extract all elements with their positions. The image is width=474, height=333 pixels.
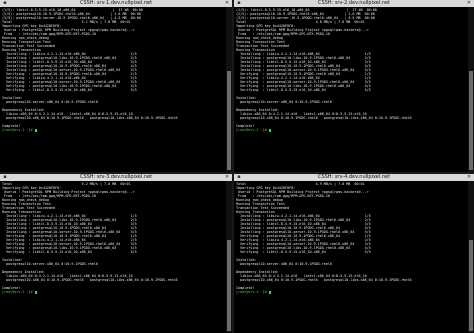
prompt-text: [root@srv-2 ~]# (236, 128, 269, 132)
terminal-output[interactable]: (1/5): libtcl-8.5.9-15.el6_10.x86_64 | 1… (2, 8, 224, 171)
pane-divider-vertical (232, 0, 234, 333)
window-title: CSSH: srv-3.dev.nullpixel.net (79, 174, 153, 180)
terminal-output[interactable]: Total 5.2 MB/s | 7.0 MB 00:01 Importing G… (2, 182, 224, 332)
close-icon[interactable]: ✕ (224, 1, 230, 6)
terminal-window-1[interactable]: ▪ CSSH: srv-1.dev.nullpixel.net ✕ (1/5):… (0, 0, 232, 172)
cursor (268, 290, 271, 294)
terminal-window-2[interactable]: ▪ CSSH: srv-2.dev.nullpixel.net ✕ (1/5):… (234, 0, 474, 172)
prompt-text: [root@srv-1 ~]# (2, 128, 35, 132)
shell-prompt[interactable]: [root@srv-1 ~]# (2, 128, 224, 132)
window-menu-icon[interactable]: ▪ (236, 1, 242, 6)
shell-prompt[interactable]: [root@srv-4 ~]# (236, 290, 466, 294)
shell-prompt[interactable]: [root@srv-2 ~]# (236, 128, 466, 132)
terminal-window-4[interactable]: ▪ CSSH: srv-4.dev.nullpixel.net ✕ Total … (234, 174, 474, 333)
scrollbar-thumb[interactable] (227, 239, 231, 331)
window-titlebar[interactable]: ▪ CSSH: srv-2.dev.nullpixel.net ✕ (234, 0, 474, 7)
window-title: CSSH: srv-1.dev.nullpixel.net (79, 0, 153, 6)
window-menu-icon[interactable]: ▪ (2, 1, 8, 6)
pane-divider-horizontal (0, 172, 474, 174)
scrollbar-thumb[interactable] (227, 71, 231, 170)
window-menu-icon[interactable]: ▪ (236, 175, 242, 180)
close-icon[interactable]: ✕ (224, 175, 230, 180)
close-icon[interactable]: ✕ (466, 175, 472, 180)
scrollbar[interactable] (468, 181, 474, 333)
terminal-output[interactable]: Total 4.9 MB/s | 7.0 MB 00:01 Importing G… (236, 182, 466, 332)
shell-prompt[interactable]: [root@srv-3 ~]# (2, 290, 224, 294)
cursor (34, 290, 37, 294)
prompt-text: [root@srv-4 ~]# (236, 290, 269, 294)
close-icon[interactable]: ✕ (466, 1, 472, 6)
prompt-text: [root@srv-3 ~]# (2, 290, 35, 294)
cursor (34, 128, 37, 132)
window-titlebar[interactable]: ▪ CSSH: srv-1.dev.nullpixel.net ✕ (0, 0, 232, 7)
terminal-window-3[interactable]: ▪ CSSH: srv-3.dev.nullpixel.net ✕ Total … (0, 174, 232, 333)
scrollbar[interactable] (468, 7, 474, 172)
window-titlebar[interactable]: ▪ CSSH: srv-3.dev.nullpixel.net ✕ (0, 174, 232, 181)
scrollbar-thumb[interactable] (469, 71, 473, 170)
cursor (268, 128, 271, 132)
window-menu-icon[interactable]: ▪ (2, 175, 8, 180)
window-titlebar[interactable]: ▪ CSSH: srv-4.dev.nullpixel.net ✕ (234, 174, 474, 181)
terminal-output[interactable]: (1/5): libtcl-8.5.9-15.el6_10.x86_64 | 1… (236, 8, 466, 171)
scrollbar-thumb[interactable] (469, 239, 473, 331)
window-title: CSSH: srv-4.dev.nullpixel.net (317, 174, 391, 180)
window-title: CSSH: srv-2.dev.nullpixel.net (317, 0, 391, 6)
